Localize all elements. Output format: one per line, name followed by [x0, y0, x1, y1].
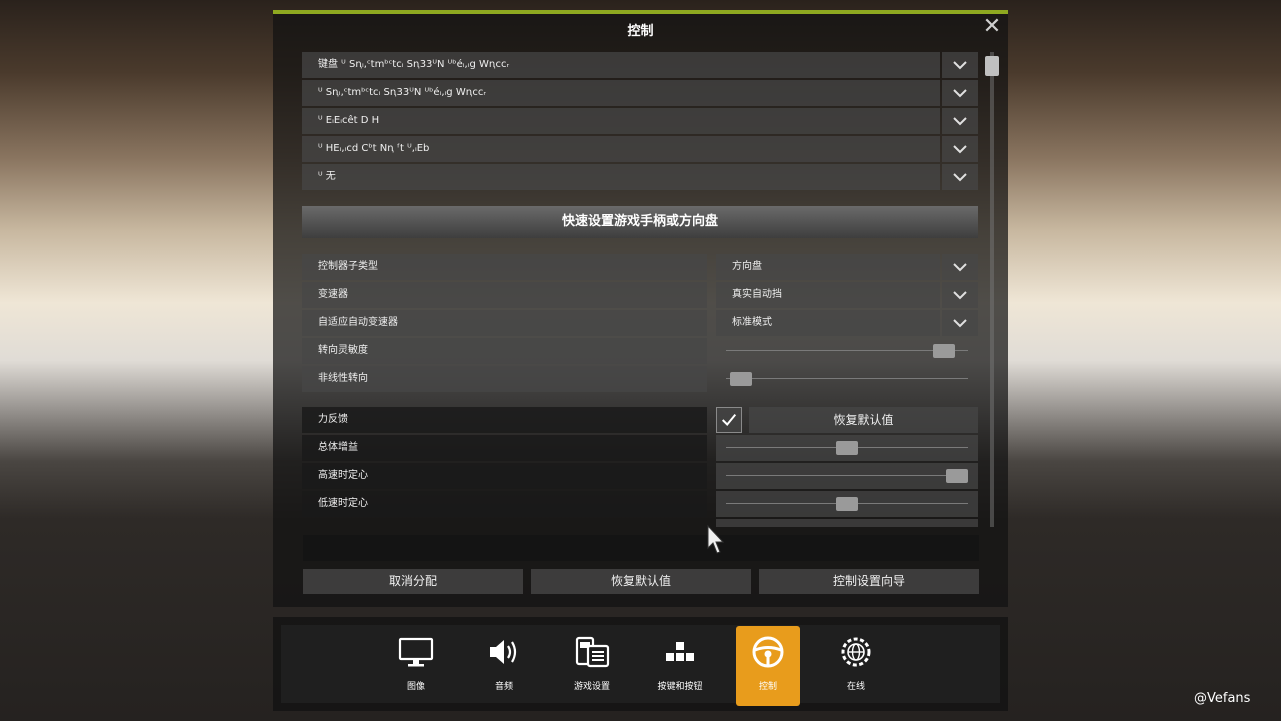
- force-feedback-reset-button[interactable]: 恢复默认值: [749, 407, 978, 433]
- nav-label: 按键和按钮: [657, 682, 703, 692]
- nav-game-settings[interactable]: 游戏设置: [560, 626, 624, 706]
- high-speed-centering-slider[interactable]: [716, 463, 978, 489]
- slider-knob[interactable]: [730, 372, 753, 386]
- setting-label: 转向灵敏度: [302, 338, 707, 364]
- setting-label: 自适应自动变速器: [302, 310, 707, 336]
- partial-slider[interactable]: [716, 519, 978, 527]
- device-label: ᵁ HEᵢ,ᵢcd Cᵇt Nꞑ ᶠt ᵁ,ᵢEb: [302, 136, 940, 162]
- nav-audio[interactable]: 音频: [472, 626, 536, 706]
- chevron-down-icon[interactable]: [942, 52, 978, 78]
- nav-controls[interactable]: 控制: [736, 626, 800, 706]
- force-feedback-checkbox[interactable]: [716, 407, 742, 433]
- steering-sensitivity-slider[interactable]: [716, 338, 978, 364]
- nav-keys-buttons[interactable]: 按键和按钮: [648, 626, 712, 706]
- scrollbar-thumb[interactable]: [985, 56, 999, 76]
- panel-title: 控制: [627, 24, 654, 39]
- restore-defaults-button[interactable]: 恢复默认值: [531, 569, 751, 594]
- low-speed-centering-slider[interactable]: [716, 491, 978, 517]
- game-settings-icon: [575, 636, 610, 668]
- slider-knob[interactable]: [932, 344, 955, 358]
- globe-gear-icon: [841, 637, 871, 667]
- nav-label: 音频: [494, 682, 513, 692]
- chevron-down-icon[interactable]: [942, 282, 978, 308]
- device-label: ᵁ 无: [302, 164, 940, 190]
- mouse-cursor-icon: [707, 524, 725, 554]
- adaptive-transmission-select[interactable]: 标准模式: [716, 310, 940, 336]
- status-bar: [303, 535, 979, 561]
- chevron-down-icon[interactable]: [942, 164, 978, 190]
- slider-track: [726, 378, 968, 379]
- overall-gain-slider[interactable]: [716, 435, 978, 461]
- setting-label: 总体增益: [302, 435, 707, 461]
- setting-label: 低速时定心: [302, 491, 707, 517]
- scrollbar-track[interactable]: [990, 52, 994, 527]
- nonlinear-steering-slider[interactable]: [716, 366, 978, 392]
- setup-wizard-button[interactable]: 控制设置向导: [759, 569, 979, 594]
- nav-label: 图像: [406, 682, 425, 692]
- controller-subtype-select[interactable]: 方向盘: [716, 254, 940, 280]
- setting-label: 非线性转向: [302, 366, 707, 392]
- watermark: @Vefans: [1194, 691, 1251, 706]
- device-label: 键盘 ᵁ Sꞑᵢ,ᶜtmᵇᶜtcᵢ Sꞑ33ᵁN ᵁᵇéᵢ,ᵢg Wꞑccᵣ: [302, 52, 940, 78]
- transmission-select[interactable]: 真实自动挡: [716, 282, 940, 308]
- chevron-down-icon[interactable]: [942, 254, 978, 280]
- setting-label: 控制器子类型: [302, 254, 707, 280]
- device-label: ᵁ EᵢEᵢcêt D H: [302, 108, 940, 134]
- slider-track: [726, 350, 968, 351]
- slider-knob[interactable]: [836, 441, 858, 455]
- setting-label: 力反馈: [302, 407, 707, 433]
- nav-label: 在线: [846, 682, 865, 692]
- monitor-icon: [398, 637, 434, 667]
- slider-knob[interactable]: [946, 469, 968, 483]
- setting-label: 高速时定心: [302, 463, 707, 489]
- unassign-button[interactable]: 取消分配: [303, 569, 523, 594]
- device-label: ᵁ Sꞑᵢ,ᶜtmᵇᶜtcᵢ Sꞑ33ᵁN ᵁᵇéᵢ,ᵢg Wꞑccᵣ: [302, 80, 940, 106]
- nav-label: 控制: [758, 682, 777, 692]
- nav-label: 游戏设置: [573, 682, 610, 692]
- checkmark-icon: [721, 413, 737, 426]
- quick-setup-button[interactable]: 快速设置游戏手柄或方向盘: [302, 206, 978, 238]
- speaker-icon: [490, 640, 517, 664]
- steering-wheel-icon: [752, 636, 784, 668]
- chevron-down-icon[interactable]: [942, 310, 978, 336]
- close-button[interactable]: ✕: [982, 16, 1002, 38]
- nav-online[interactable]: 在线: [824, 626, 888, 706]
- slider-knob[interactable]: [836, 497, 858, 511]
- chevron-down-icon[interactable]: [942, 80, 978, 106]
- chevron-down-icon[interactable]: [942, 136, 978, 162]
- slider-track: [726, 475, 968, 476]
- keys-icon: [666, 642, 694, 661]
- setting-label: 变速器: [302, 282, 707, 308]
- chevron-down-icon[interactable]: [942, 108, 978, 134]
- nav-graphics[interactable]: 图像: [384, 626, 448, 706]
